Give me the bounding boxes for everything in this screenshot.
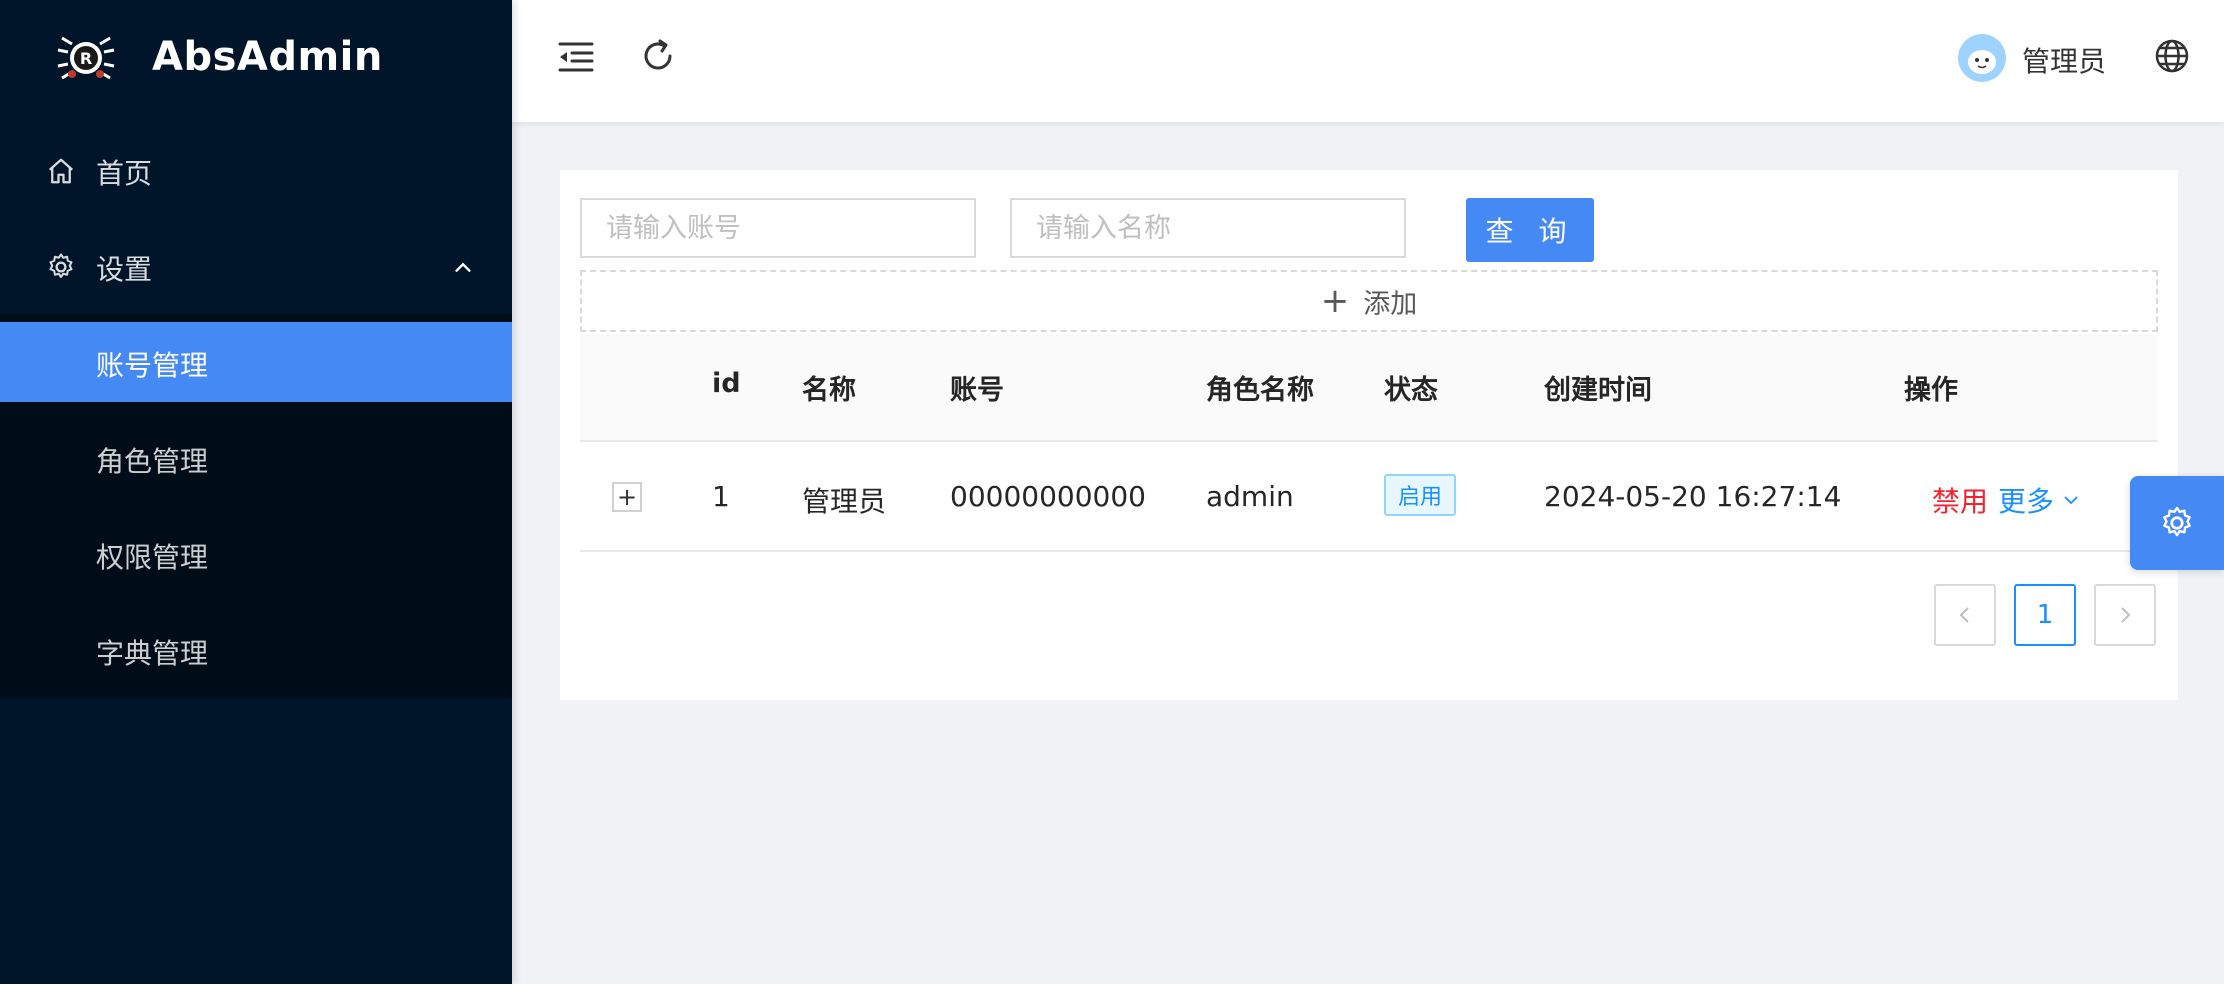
cell-account: 00000000000 [950, 480, 1146, 513]
avatar-image [1958, 34, 2006, 82]
more-label: 更多 [1998, 485, 2055, 518]
svg-text:R: R [80, 49, 92, 68]
query-button[interactable]: 查 询 [1466, 198, 1594, 262]
avatar[interactable] [1958, 34, 2006, 82]
globe-icon[interactable] [2152, 36, 2192, 76]
menu-fold-icon[interactable] [556, 36, 596, 76]
column-header-role: 角色名称 [1206, 375, 1314, 406]
chevron-right-icon [2121, 607, 2131, 623]
settings-submenu: 账号管理 角色管理 权限管理 字典管理 [0, 314, 512, 698]
column-header-status: 状态 [1384, 375, 1438, 406]
user-name[interactable]: 管理员 [2022, 40, 2106, 80]
reload-icon[interactable] [638, 36, 678, 76]
floating-settings-button[interactable] [2130, 476, 2224, 570]
disable-link[interactable]: 禁用 [1932, 480, 1988, 520]
sidebar-item-label: 账号管理 [96, 349, 209, 382]
column-header-actions: 操作 [1904, 375, 1958, 406]
gear-icon [2163, 506, 2191, 537]
add-button[interactable]: + 添加 [580, 270, 2158, 332]
sidebar-item-label: 字典管理 [96, 637, 209, 670]
pagination-prev-button[interactable] [1934, 584, 1996, 646]
sidebar-item-label: 设置 [96, 253, 153, 286]
logo-icon: R [57, 36, 115, 80]
sidebar-item-permission-management[interactable]: 权限管理 [0, 514, 512, 594]
sidebar-item-account-management[interactable]: 账号管理 [0, 322, 512, 402]
column-header-name: 名称 [802, 375, 856, 406]
table-row: + 1 管理员 00000000000 admin 启用 2024-05-20 … [580, 442, 2158, 552]
home-icon [49, 158, 73, 184]
column-header-account: 账号 [950, 375, 1004, 406]
pagination-page-1[interactable]: 1 [2014, 584, 2076, 646]
app-title: AbsAdmin [152, 34, 383, 80]
chevron-down-icon [2064, 496, 2078, 505]
add-label: 添加 [1363, 288, 1418, 320]
sidebar-item-dictionary-management[interactable]: 字典管理 [0, 610, 512, 690]
column-header-id: id [712, 368, 741, 399]
account-search-input[interactable] [580, 198, 976, 258]
pagination-next-button[interactable] [2094, 584, 2156, 646]
row-expand-button[interactable]: + [612, 482, 642, 512]
chevron-left-icon [1959, 607, 1969, 623]
cell-name: 管理员 [802, 485, 887, 518]
top-header: 管理员 [512, 0, 2224, 122]
sidebar: R AbsAdmin 首页 设置 账号管理 角色管理 权限管理 字典管理 [0, 0, 512, 984]
sidebar-item-role-management[interactable]: 角色管理 [0, 418, 512, 498]
name-search-input[interactable] [1010, 198, 1406, 258]
sidebar-item-label: 权限管理 [96, 541, 209, 574]
table-header: id 名称 账号 角色名称 状态 创建时间 操作 [580, 334, 2158, 442]
more-dropdown[interactable]: 更多 [1998, 480, 2080, 520]
sidebar-item-settings[interactable]: 设置 [0, 226, 512, 306]
sidebar-item-label: 首页 [96, 157, 153, 190]
sidebar-item-label: 角色管理 [96, 445, 209, 478]
cell-created: 2024-05-20 16:27:14 [1544, 480, 1842, 513]
content-card: 查 询 + 添加 id 名称 账号 角色名称 状态 创建时间 操作 + 1 管理… [560, 170, 2178, 700]
column-header-created: 创建时间 [1544, 375, 1652, 406]
sidebar-item-home[interactable]: 首页 [0, 130, 512, 210]
cell-id: 1 [712, 480, 730, 513]
plus-icon: + [1320, 281, 1350, 321]
chevron-up-icon[interactable] [452, 256, 474, 278]
gear-icon [49, 253, 73, 278]
status-badge: 启用 [1384, 474, 1457, 516]
cell-role: admin [1206, 480, 1294, 513]
